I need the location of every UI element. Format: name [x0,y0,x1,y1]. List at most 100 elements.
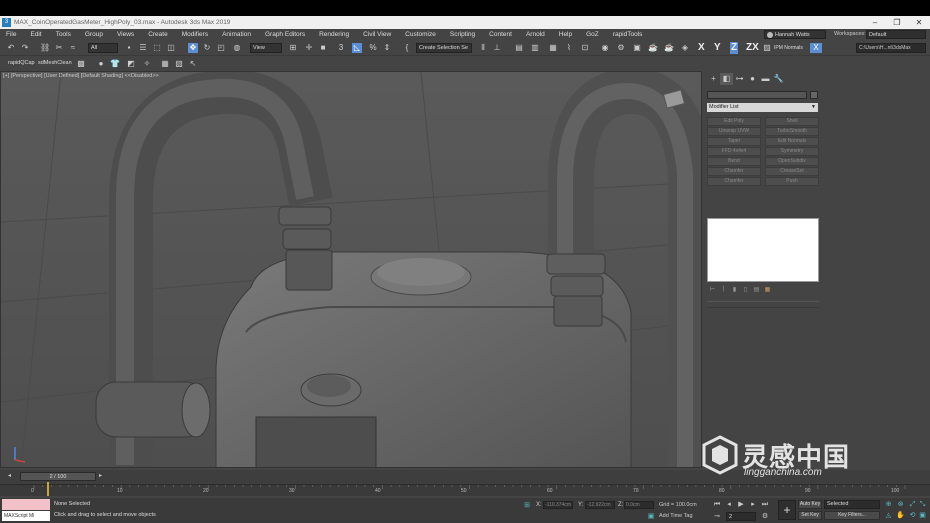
orbit-icon[interactable]: ⟲ [908,511,917,520]
cube-grid-icon[interactable]: ▧ [174,59,184,69]
redo-icon[interactable]: ↷ [20,43,30,53]
select-rotate-icon[interactable]: ↻ [202,43,212,53]
ipm-icon[interactable]: ▨ [762,43,772,53]
curve-editor-icon[interactable]: ⌇ [564,43,574,53]
current-frame-field[interactable]: 2 [726,512,756,521]
edit-mesh-icon[interactable]: ▩ [76,59,86,69]
cursor-icon[interactable]: ↖ [188,59,198,69]
time-tag-icon[interactable]: ▣ [646,512,656,521]
utilities-tab-icon[interactable]: 🔧 [772,73,785,85]
menu-group[interactable]: Group [78,31,110,38]
wand-icon[interactable]: ✧ [142,59,152,69]
motion-tab-icon[interactable]: ● [746,73,759,85]
create-tab-icon[interactable]: + [707,73,720,85]
pan-icon[interactable]: ✋ [896,511,905,520]
select-object-icon[interactable]: ▪ [124,43,134,53]
object-name-field[interactable] [707,91,807,99]
undo-icon[interactable]: ↶ [6,43,16,53]
perspective-viewport[interactable] [0,71,702,468]
select-move-icon[interactable]: ✥ [188,43,198,53]
scene-explorer-icon[interactable]: ▤ [514,43,524,53]
hierarchy-tab-icon[interactable]: ⊶ [733,73,746,85]
render-frame-icon[interactable]: ▣ [632,43,642,53]
prev-frame-icon[interactable]: ◂ [724,500,734,509]
schematic-view-icon[interactable]: ⊡ [580,43,590,53]
arnold-render-icon[interactable]: ◈ [680,43,690,53]
time-slider[interactable]: 2 / 100 [20,472,96,481]
next-frame-icon[interactable]: ▸ [748,500,758,509]
select-by-name-icon[interactable]: ☰ [138,43,148,53]
place-icon[interactable]: ◍ [232,43,242,53]
tshirt-icon[interactable]: 👕 [110,59,120,69]
modifier-turbosmooth-button[interactable]: TurboSmooth [765,127,819,136]
menu-animation[interactable]: Animation [215,31,258,38]
workspace-dropdown[interactable]: Default [866,30,926,39]
selection-filter-dropdown[interactable]: All [88,43,118,53]
play-icon[interactable]: ▶ [736,500,746,509]
close-icon[interactable]: ✕ [908,16,930,29]
layer-explorer-icon[interactable]: ▥ [530,43,540,53]
sdmeshclean-button[interactable]: sdMeshClean [38,60,72,66]
modifier-edit-poly-button[interactable]: Edit Poly [707,117,761,126]
track-bar[interactable]: 0 10 20 30 40 50 60 70 80 90 100 [0,484,930,496]
auto-key-button[interactable]: Auto Key [798,500,822,509]
maxscript-mini-listener[interactable]: MAXScript Mi [2,511,50,521]
isolate-selection-icon[interactable]: ⊞ [522,501,532,510]
align-icon[interactable]: ⊥ [492,43,502,53]
render-iterative-icon[interactable]: ☕ [664,43,674,53]
restore-icon[interactable]: ❐ [886,16,908,29]
snaps-toggle-icon[interactable]: 3 [336,43,346,53]
axis-z-button[interactable]: Z [730,42,739,54]
menu-arnold[interactable]: Arnold [519,31,552,38]
project-path-field[interactable]: C:\Users\H...nt\3dsMax [856,43,926,53]
manipulate-icon[interactable]: ✛ [304,43,314,53]
configure-sets-icon[interactable]: ▤ [752,286,761,294]
menu-tools[interactable]: Tools [49,31,78,38]
zoom-extents-all-icon[interactable]: ⤡ [918,500,927,509]
menu-goz[interactable]: GoZ [579,31,606,38]
window-crossing-icon[interactable]: ◫ [166,43,176,53]
set-keys-icon[interactable]: + [778,500,796,520]
playhead[interactable] [47,482,49,496]
modifier-list-dropdown[interactable]: Modifier List ▼ [707,103,818,112]
mirror-icon[interactable]: ⫴ [478,43,488,53]
time-next-icon[interactable]: ▸ [99,472,102,479]
menu-civil-view[interactable]: Civil View [356,31,398,38]
xview-icon[interactable]: X [810,43,822,53]
fill-icon[interactable]: ◩ [126,59,136,69]
link-icon[interactable]: ⛓ [40,43,50,53]
menu-create[interactable]: Create [141,31,175,38]
named-selection-dropdown[interactable]: Create Selection Se [416,43,472,53]
menu-modifiers[interactable]: Modifiers [175,31,215,38]
modify-tab-icon[interactable]: ◧ [720,73,733,85]
axis-zx-button[interactable]: ZX [746,42,759,54]
modifier-sets-icon[interactable]: ▦ [763,286,772,294]
menu-edit[interactable]: Edit [23,31,48,38]
modifier-ffd-button[interactable]: FFD 4x4x4 [707,147,761,156]
modifier-creaseset-button[interactable]: CreaseSet [765,167,819,176]
material-editor-icon[interactable]: ◉ [600,43,610,53]
maxscript-listener[interactable] [2,499,50,510]
rapidqcap-button[interactable]: rapidQCap [8,60,35,66]
y-coord-field[interactable]: -12.922cm [585,501,615,509]
menu-file[interactable]: File [0,31,23,38]
set-key-button[interactable]: Set Key [798,511,822,520]
viewport-label[interactable]: [+] [Perspective] [User Defined] [Defaul… [3,73,159,79]
modifier-taper-button[interactable]: Taper [707,137,761,146]
menu-content[interactable]: Content [482,31,519,38]
rect-selection-icon[interactable]: ⬚ [152,43,162,53]
menu-rapidtools[interactable]: rapidTools [606,31,650,38]
menu-customize[interactable]: Customize [398,31,443,38]
bind-space-warp-icon[interactable]: ≈ [68,43,78,53]
grid-icon[interactable]: ▦ [160,59,170,69]
user-account-dropdown[interactable]: Hannah Watts [764,30,826,39]
unlink-icon[interactable]: ✂ [54,43,64,53]
modifier-chamfer-2-button[interactable]: Chamfer [707,177,761,186]
modifier-symmetry-button[interactable]: Symmetry [765,147,819,156]
axis-y-button[interactable]: Y [714,42,721,54]
add-time-tag[interactable]: Add Time Tag [659,513,693,519]
make-unique-icon[interactable]: ▮ [730,286,739,294]
menu-help[interactable]: Help [552,31,579,38]
modifier-bend-button[interactable]: Bend [707,157,761,166]
time-config-icon[interactable]: ⚙ [760,512,770,521]
